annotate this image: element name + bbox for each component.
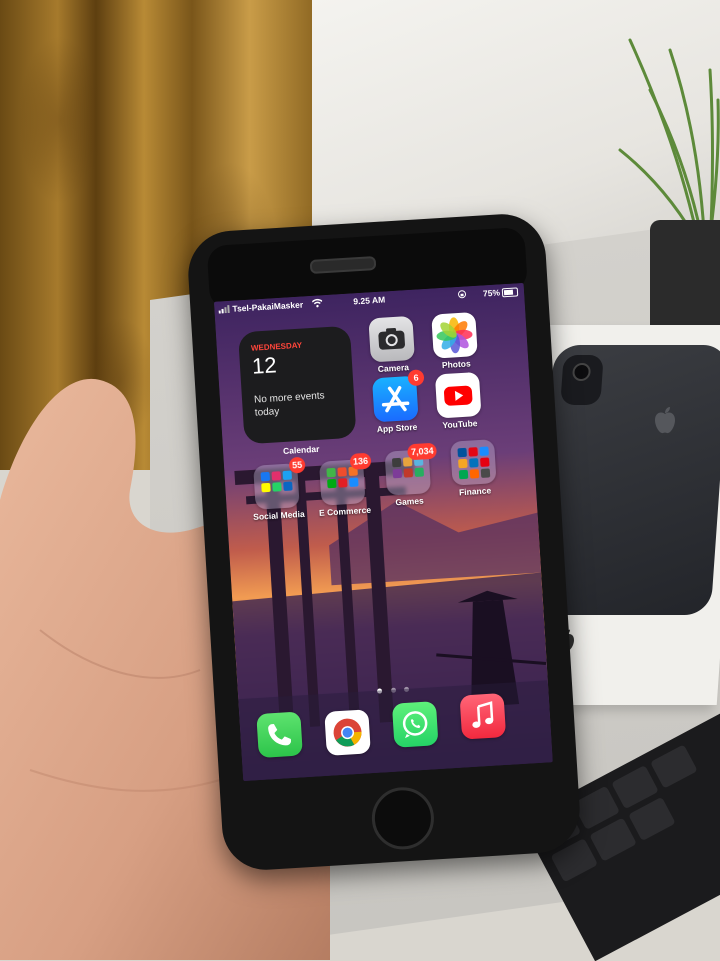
smartphone: Tsel-PakaiMasker 9.25 AM 75% WEDNESDAY 1… [185, 211, 583, 873]
calendar-widget[interactable]: WEDNESDAY 12 No more events today [237, 325, 357, 445]
whatsapp-icon [391, 701, 439, 748]
games-badge: 7,034 [407, 442, 438, 461]
calendar-date: 12 [251, 352, 278, 379]
home-button[interactable] [370, 785, 436, 852]
dock [238, 680, 553, 782]
orientation-lock-icon [458, 290, 467, 299]
photos-icon [431, 312, 478, 359]
chrome-app[interactable] [321, 709, 374, 756]
app-store-app[interactable]: 6 App Store [369, 369, 425, 435]
youtube-icon [434, 371, 482, 419]
calendar-day: WEDNESDAY [250, 340, 303, 353]
phone-icon [256, 711, 303, 759]
app-store-icon: 6 [371, 369, 425, 423]
games-folder[interactable]: 7,034 Games [382, 442, 438, 508]
home-screen: Tsel-PakaiMasker 9.25 AM 75% WEDNESDAY 1… [214, 283, 553, 782]
camera-icon [368, 315, 415, 363]
youtube-app[interactable]: YouTube [432, 371, 485, 431]
battery-icon [501, 287, 519, 298]
photos-app[interactable]: Photos [428, 312, 481, 371]
plant-leaves [618, 38, 720, 250]
music-app[interactable] [457, 692, 510, 740]
battery-percentage: 75% [482, 287, 501, 299]
folder-icon: 55 [253, 456, 306, 510]
folder-icon: 7,034 [384, 442, 438, 496]
battery-fill [503, 289, 514, 296]
chrome-icon [324, 709, 371, 756]
folder-icon: 136 [318, 452, 372, 506]
social-media-folder[interactable]: 55 Social Media [250, 456, 306, 522]
phone-app[interactable] [253, 711, 306, 759]
whatsapp-app[interactable] [389, 701, 442, 748]
calendar-events-text: No more events today [253, 390, 325, 419]
camera-app[interactable]: Camera [365, 315, 418, 375]
music-icon [459, 692, 507, 740]
folder-icon [450, 439, 497, 486]
e-commerce-folder[interactable]: 136 E Commerce [316, 452, 372, 518]
apple-logo-icon [655, 407, 675, 434]
finance-folder[interactable]: Finance [447, 439, 500, 498]
